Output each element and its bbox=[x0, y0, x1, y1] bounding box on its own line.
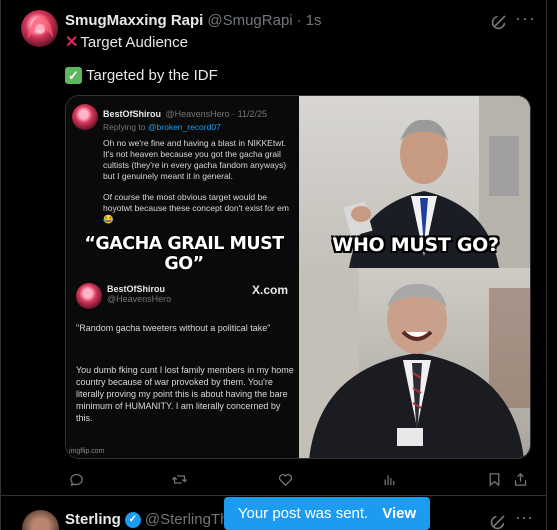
post-header: SmugMaxxing Rapi @SmugRapi · 1s bbox=[65, 12, 321, 29]
meme-tweet2-text: You dumb fking cunt I lost family member… bbox=[76, 365, 294, 423]
meme-tweet2-quote: "Random gacha tweeters without a politic… bbox=[76, 323, 271, 333]
check-mark-icon: ✓ bbox=[65, 67, 82, 84]
separator: · bbox=[296, 12, 302, 29]
meme-tweet-text-1: Oh no we're fine and having a blast in N… bbox=[103, 138, 287, 181]
bookmark-icon[interactable] bbox=[483, 468, 505, 490]
meme-tweet2-name: BestOfShirou bbox=[107, 284, 166, 294]
post-actions bbox=[65, 468, 531, 490]
cross-mark-icon: ✕ bbox=[65, 34, 79, 51]
author-handle[interactable]: @SmugRapi bbox=[207, 12, 292, 29]
avatar[interactable] bbox=[21, 10, 58, 47]
meme-left-panel: BestOfShirou @HeavensHero · 11/2/25 Repl… bbox=[66, 96, 299, 458]
more-options-icon[interactable]: ··· bbox=[515, 8, 536, 29]
views-icon[interactable] bbox=[378, 468, 400, 490]
verified-badge-icon: ✓ bbox=[124, 511, 141, 528]
imgflip-watermark: imgflip.com bbox=[69, 448, 105, 455]
meme-tweet-handle: @HeavensHero · 11/2/25 bbox=[165, 109, 267, 119]
next-post-avatar[interactable] bbox=[22, 510, 59, 530]
meme-tweet2-handle: @HeavensHero bbox=[107, 294, 172, 304]
meme-caption-right: WHO MUST GO? bbox=[332, 234, 499, 256]
grok-icon[interactable] bbox=[491, 12, 509, 30]
reply-icon[interactable] bbox=[65, 468, 87, 490]
x-com-brand: X.com bbox=[252, 283, 289, 297]
post-text-target-audience: Target Audience bbox=[80, 33, 188, 51]
next-author-name[interactable]: Sterling bbox=[65, 511, 121, 528]
like-icon[interactable] bbox=[274, 468, 296, 490]
repost-icon[interactable] bbox=[168, 468, 190, 490]
meme-caption-left: “GACHA GRAIL MUST GO” bbox=[84, 234, 284, 274]
post-text-line-2: ✓ Targeted by the IDF bbox=[65, 67, 218, 84]
post-sent-toast: Your post was sent. View bbox=[224, 497, 430, 530]
post-text-line-1: ✕ Target Audience bbox=[65, 32, 188, 52]
meme-avatar-top bbox=[72, 104, 98, 130]
post-image[interactable]: BestOfShirou @HeavensHero · 11/2/25 Repl… bbox=[65, 95, 531, 459]
next-more-options-icon[interactable]: ··· bbox=[515, 507, 533, 528]
share-icon[interactable] bbox=[509, 468, 531, 490]
meme-tweet-name: BestOfShirou bbox=[103, 109, 162, 119]
post[interactable]: SmugMaxxing Rapi @SmugRapi · 1s ··· ✕ Ta… bbox=[1, 0, 546, 496]
post-text-targeted: Targeted by the IDF bbox=[86, 67, 218, 84]
toast-message: Your post was sent. bbox=[237, 505, 369, 522]
meme-right-panel: WHO MUST GO? bbox=[299, 96, 530, 458]
meme-tweet-replying: Replying to @broken_record07 bbox=[103, 122, 221, 132]
toast-view-link[interactable]: View bbox=[382, 505, 416, 522]
next-grok-icon[interactable] bbox=[490, 512, 508, 530]
meme-avatar-bottom bbox=[76, 283, 102, 309]
meme-tweet-text-2: Of course the most obvious target would … bbox=[103, 192, 289, 224]
post-time[interactable]: 1s bbox=[306, 12, 322, 29]
next-post-header: Sterling ✓ @SterlingTheI bbox=[65, 511, 241, 528]
author-name[interactable]: SmugMaxxing Rapi bbox=[65, 12, 203, 29]
meme-photo-bottom bbox=[299, 268, 530, 458]
scrollbar[interactable] bbox=[547, 0, 557, 530]
